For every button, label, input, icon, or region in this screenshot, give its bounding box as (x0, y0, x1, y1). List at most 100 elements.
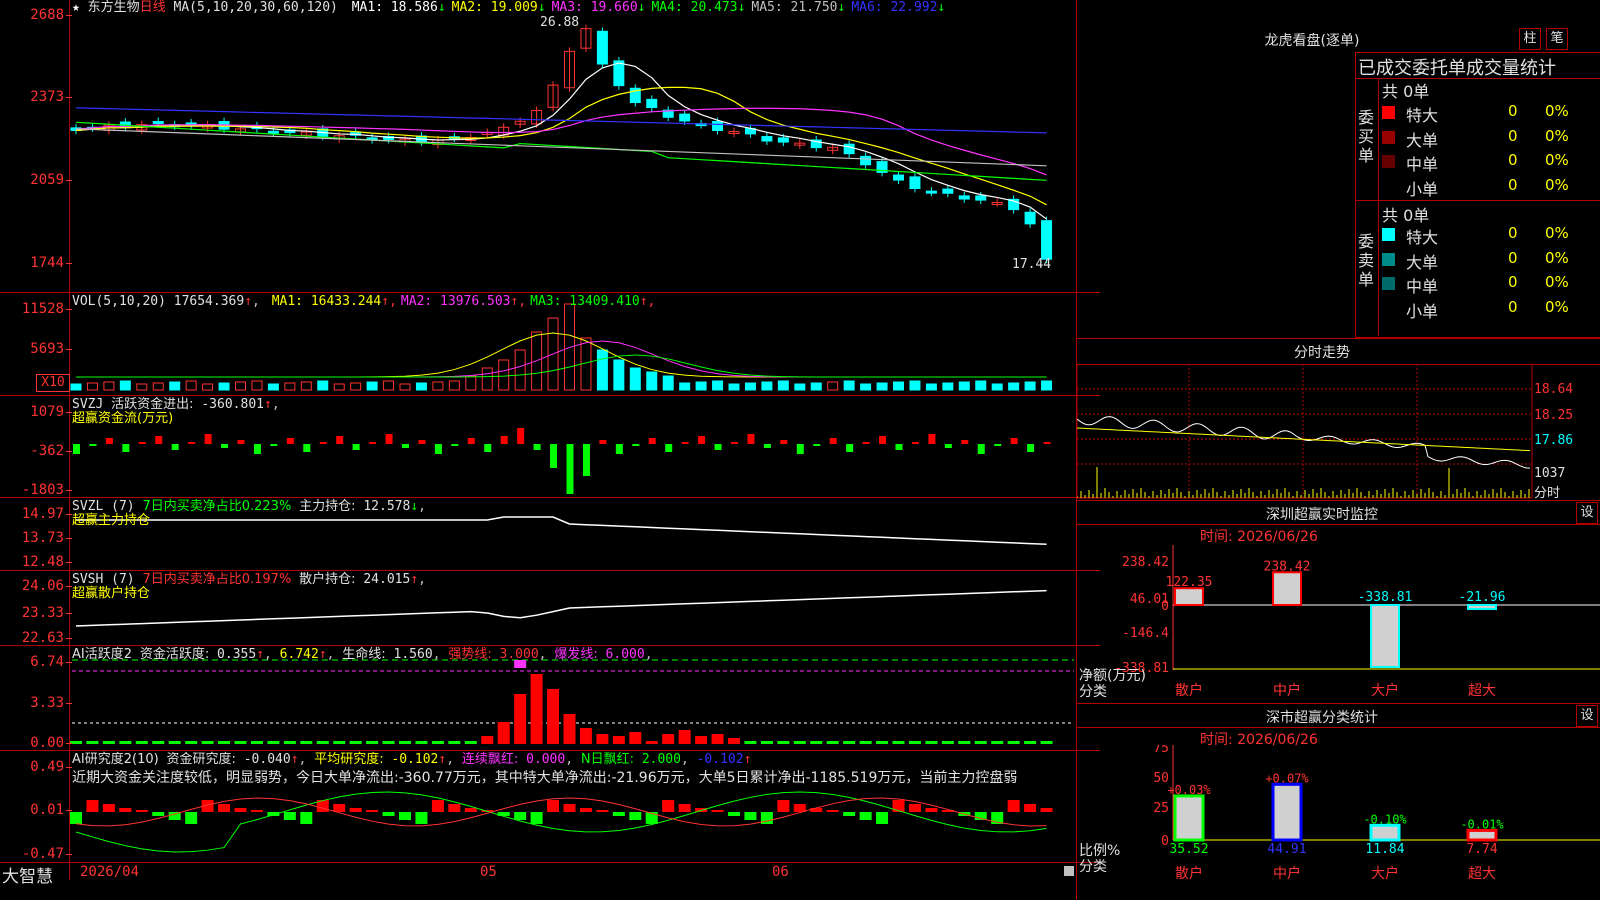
fund-flow-bar (582, 444, 590, 476)
vol-ma-line (76, 332, 1047, 378)
y-tick-label: 23.33 (2, 606, 72, 620)
lock-icon[interactable] (1064, 866, 1074, 876)
research-bar (86, 800, 99, 812)
activity-bar (645, 741, 658, 744)
intraday-vol-tick: 1037 (1534, 466, 1566, 481)
intraday-title: 分时走势 (1294, 345, 1350, 361)
strong-label: 强势线: (448, 647, 492, 662)
research-bar (728, 812, 740, 816)
candle-body (942, 188, 954, 194)
activity-bar (991, 741, 1004, 744)
fund-flow-bar (171, 444, 179, 450)
intraday-chart[interactable] (1077, 364, 1600, 500)
research-bar (152, 812, 165, 816)
activity-bar (382, 741, 395, 744)
fund-flow-bar (105, 438, 113, 444)
order-color-swatch (1382, 277, 1395, 290)
activity-bar (497, 722, 510, 744)
avg-label: 平均研究度: (314, 752, 384, 767)
volume-bar (1041, 380, 1053, 391)
activity-bar (399, 741, 411, 744)
research-bar (366, 810, 379, 812)
x-label-may: 05 (480, 864, 497, 880)
activity-bar (464, 741, 477, 744)
svzl-arrow: ↓ (410, 499, 419, 514)
activity-bar (563, 714, 576, 744)
activity-bar (629, 732, 642, 744)
volume-bar (383, 380, 395, 391)
activity-bar (366, 741, 379, 744)
research-bar (711, 810, 724, 812)
classify-y-tick: 25 (1153, 801, 1169, 816)
activity-bar (333, 741, 346, 744)
y-tick-label: 3.33 (2, 696, 72, 710)
activity-bar (300, 741, 313, 744)
stat-side-divider (1378, 78, 1379, 336)
volume-bar (695, 381, 707, 391)
research-bar (234, 808, 247, 812)
panel-divider (0, 645, 1100, 646)
monitor-settings-button[interactable]: 设 (1576, 502, 1598, 524)
period-label[interactable]: 日线 (140, 0, 166, 15)
research-bar (579, 808, 592, 812)
volume-bar (70, 383, 82, 391)
bar-mode-button[interactable]: 柱 (1519, 28, 1541, 50)
research-bar (629, 812, 642, 820)
activity-bar (1024, 741, 1037, 744)
vol-ma-arrow: ↑, (510, 294, 527, 309)
activity-bar (547, 689, 560, 744)
activity-bar (481, 736, 494, 744)
activity-bar (415, 741, 428, 744)
monitor-y-tick: 0 (1161, 599, 1169, 614)
fund-flow-bar (385, 434, 393, 444)
fund-flow-bar (352, 444, 360, 450)
research-bar (431, 800, 444, 812)
volume-bar (958, 381, 970, 391)
volume-bar (679, 382, 691, 391)
volume-bar (1024, 381, 1036, 391)
rp-divider (1077, 338, 1600, 339)
y-tick-label: 2059 (2, 173, 72, 187)
classify-value: 11.84 (1365, 842, 1404, 857)
candle-body (777, 137, 789, 143)
classify-y-tick: 0 (1161, 834, 1169, 849)
y-tick-label: 12.48 (2, 555, 72, 569)
fund-flow-bar (550, 444, 558, 468)
volume-bar (860, 383, 872, 391)
fund-flow-bar (648, 438, 656, 444)
classify-category: 散户 (1175, 865, 1203, 882)
y-tick-label: 6.74 (2, 655, 72, 669)
order-type-label: 中单 (1406, 277, 1439, 296)
stat-mid-divider (1355, 200, 1600, 201)
candle-body (596, 30, 608, 65)
activity-bar (1040, 741, 1053, 744)
classify-settings-button[interactable]: 设 (1576, 705, 1598, 727)
volume-bar (136, 383, 148, 391)
x-label-start: 2026/04 (80, 864, 140, 880)
research-bar (415, 812, 428, 824)
monitor-bar-chart: 238.4246.010-146.4-338.81122.35散户238.42中… (1114, 545, 1600, 699)
ma-value-4: MA4: 20.473 (651, 0, 738, 15)
activity-bar (974, 741, 987, 744)
research-bar (448, 804, 461, 812)
order-type-label: 特大 (1406, 228, 1439, 247)
monitor-bar (1174, 587, 1204, 606)
activity-bar (316, 741, 329, 744)
order-type-label: 特大 (1406, 106, 1439, 125)
x-label-jun: 06 (772, 864, 789, 880)
star-icon[interactable]: ★ (72, 0, 80, 15)
fund-flow-bar (122, 444, 130, 452)
tick-mode-button[interactable]: 笔 (1546, 28, 1568, 50)
ma-value-1: MA1: 18.586 (351, 0, 438, 15)
volume-bar (827, 381, 839, 391)
activity-bar (86, 741, 99, 744)
research-bar (793, 804, 806, 812)
fund-flow-bar (155, 436, 163, 444)
volume-bar (596, 349, 608, 391)
activity-bar (662, 734, 675, 744)
volume-bar (810, 382, 822, 391)
volume-bar (235, 381, 246, 391)
monitor-bar-value: 238.42 (1264, 559, 1311, 574)
intraday-tick: 18.64 (1534, 382, 1574, 397)
monitor-category: 散户 (1175, 682, 1203, 699)
